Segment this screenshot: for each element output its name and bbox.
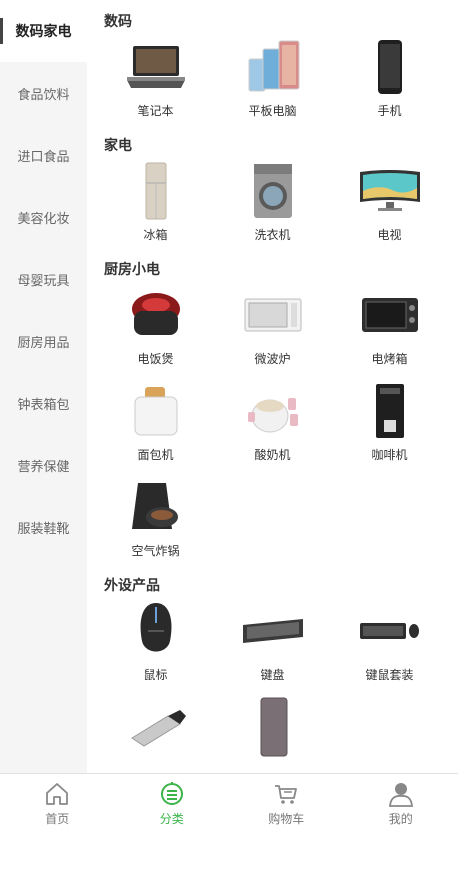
sidebar-item-label: 营养保健 xyxy=(17,459,70,475)
product-usb-drive[interactable] xyxy=(97,696,214,773)
rice-cooker-icon xyxy=(121,284,191,346)
tab-label: 我的 xyxy=(388,811,413,826)
product-label: 键盘 xyxy=(260,668,285,682)
product-oven[interactable]: 电烤箱 xyxy=(331,284,448,380)
product-label: 洗衣机 xyxy=(254,228,291,242)
product-coffee-machine[interactable]: 咖啡机 xyxy=(331,380,448,476)
phone-icon xyxy=(355,36,425,98)
tab-cart[interactable]: 购物车 xyxy=(229,774,344,832)
yogurt-maker-icon xyxy=(238,380,308,442)
sidebar-item-baby-toys[interactable]: 母婴玩具 xyxy=(0,248,87,310)
sidebar-item-watches-bags[interactable]: 钟表箱包 xyxy=(0,372,87,434)
tab-home[interactable]: 首页 xyxy=(0,774,115,832)
section-title-digital: 数码 xyxy=(104,14,132,30)
sidebar-item-label: 钟表箱包 xyxy=(17,397,70,413)
sidebar-item-clothing-shoes[interactable]: 服装鞋靴 xyxy=(0,496,87,558)
product-label: 冰箱 xyxy=(143,228,168,242)
sidebar-item-label: 母婴玩具 xyxy=(17,273,70,289)
sidebar-item-health[interactable]: 营养保健 xyxy=(0,434,87,496)
sidebar-item-label: 进口食品 xyxy=(17,149,70,165)
laptop-icon xyxy=(121,36,191,98)
product-rice-cooker[interactable]: 电饭煲 xyxy=(97,284,214,380)
product-laptop[interactable]: 笔记本 xyxy=(97,36,214,132)
section-title-peripherals: 外设产品 xyxy=(104,578,160,594)
microwave-icon xyxy=(238,284,308,346)
home-icon xyxy=(46,782,69,805)
section-title-appliances: 家电 xyxy=(104,138,132,154)
hard-drive-icon xyxy=(238,696,308,758)
tab-label: 分类 xyxy=(159,811,184,826)
coffee-machine-icon xyxy=(355,380,425,442)
user-icon xyxy=(388,782,413,807)
category-sidebar: 数码家电 食品饮料 进口食品 美容化妆 母婴玩具 厨房用品 钟表箱包 营养保健 … xyxy=(0,0,87,773)
sidebar-item-beauty[interactable]: 美容化妆 xyxy=(0,186,87,248)
toaster-icon xyxy=(121,380,191,442)
fridge-icon xyxy=(121,160,191,222)
sidebar-item-label: 数码家电 xyxy=(15,24,72,40)
product-label: 电饭煲 xyxy=(137,352,174,366)
bottom-tab-bar: 首页 分类 购物车 我的 xyxy=(0,773,458,832)
product-tv[interactable]: 电视 xyxy=(331,160,448,256)
sidebar-item-imported-food[interactable]: 进口食品 xyxy=(0,124,87,186)
product-mouse[interactable]: 鼠标 xyxy=(97,600,214,696)
tab-label: 购物车 xyxy=(268,811,305,826)
product-label: 鼠标 xyxy=(143,668,168,682)
section-title-kitchen-appliances: 厨房小电 xyxy=(104,262,160,278)
product-label: 笔记本 xyxy=(137,104,174,118)
product-tablet[interactable]: 平板电脑 xyxy=(214,36,331,132)
keyboard-icon xyxy=(238,600,308,662)
product-microwave[interactable]: 微波炉 xyxy=(214,284,331,380)
product-label: 面包机 xyxy=(137,448,174,462)
product-label: 电视 xyxy=(377,228,402,242)
tab-category[interactable]: 分类 xyxy=(115,774,230,832)
tv-icon xyxy=(355,160,425,222)
sidebar-item-label: 美容化妆 xyxy=(17,211,70,227)
product-label: 手机 xyxy=(377,104,402,118)
category-content: 数码 笔记本 平板电脑 手机 家电 冰箱 洗衣机 电视 厨房小电 电饭煲 微波炉… xyxy=(97,8,450,773)
mouse-icon xyxy=(121,600,191,662)
product-hard-drive[interactable] xyxy=(214,696,331,773)
washer-icon xyxy=(238,160,308,222)
product-label: 键鼠套装 xyxy=(365,668,414,682)
product-phone[interactable]: 手机 xyxy=(331,36,448,132)
tab-mine[interactable]: 我的 xyxy=(344,774,458,832)
product-toaster[interactable]: 面包机 xyxy=(97,380,214,476)
product-keyboard[interactable]: 键盘 xyxy=(214,600,331,696)
category-icon xyxy=(160,781,183,805)
product-washer[interactable]: 洗衣机 xyxy=(214,160,331,256)
product-air-fryer[interactable]: 空气炸锅 xyxy=(97,476,214,572)
sidebar-item-food-drinks[interactable]: 食品饮料 xyxy=(0,62,87,124)
air-fryer-icon xyxy=(121,476,191,538)
keyboard-mouse-set-icon xyxy=(355,600,425,662)
product-yogurt-maker[interactable]: 酸奶机 xyxy=(214,380,331,476)
sidebar-item-label: 厨房用品 xyxy=(17,335,70,351)
product-label: 平板电脑 xyxy=(248,104,297,118)
tablet-icon xyxy=(238,36,308,98)
sidebar-item-label: 食品饮料 xyxy=(17,87,70,103)
tab-label: 首页 xyxy=(45,811,70,826)
product-label: 微波炉 xyxy=(254,352,291,366)
product-label: 电烤箱 xyxy=(371,352,408,366)
cart-icon xyxy=(275,784,298,804)
product-fridge[interactable]: 冰箱 xyxy=(97,160,214,256)
product-label: 酸奶机 xyxy=(254,448,291,462)
sidebar-item-kitchen[interactable]: 厨房用品 xyxy=(0,310,87,372)
product-label: 空气炸锅 xyxy=(131,544,180,558)
sidebar-item-label: 服装鞋靴 xyxy=(17,521,70,537)
usb-drive-icon xyxy=(121,696,191,758)
sidebar-item-digital-appliances[interactable]: 数码家电 xyxy=(0,0,87,62)
oven-icon xyxy=(355,284,425,346)
product-label: 咖啡机 xyxy=(371,448,408,462)
product-keyboard-mouse-set[interactable]: 键鼠套装 xyxy=(331,600,448,696)
